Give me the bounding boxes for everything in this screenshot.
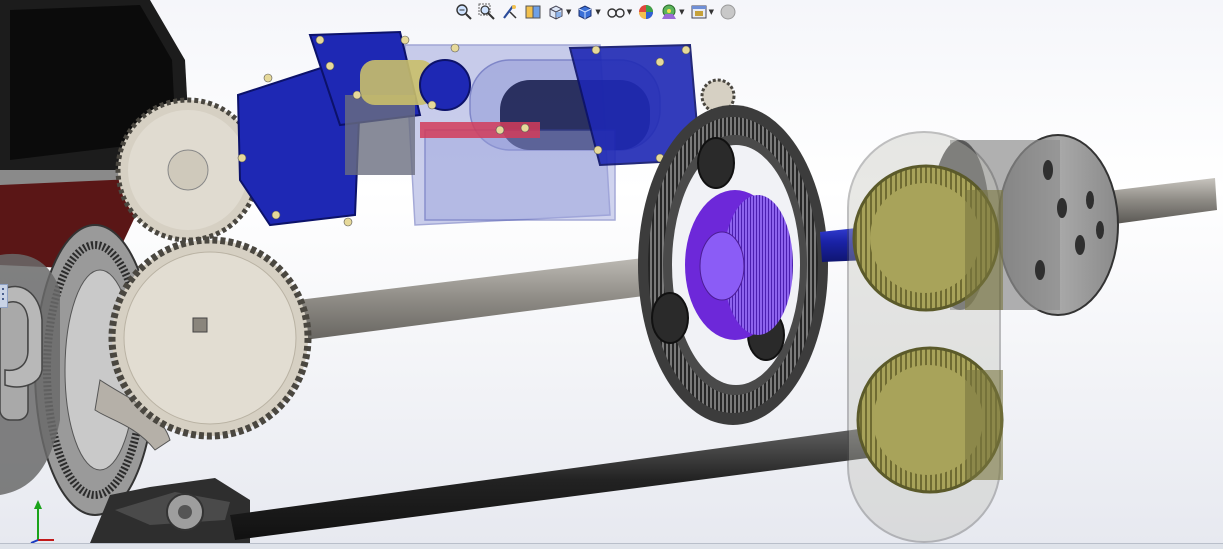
graphics-viewport[interactable] <box>0 0 1223 543</box>
zoom-to-area-icon <box>478 3 495 20</box>
zoom-to-fit-icon <box>456 4 472 20</box>
view-settings-icon <box>691 5 707 19</box>
apply-scene-icon <box>662 4 677 19</box>
edit-appearance-button[interactable] <box>636 2 656 22</box>
display-style-button[interactable]: ▼ <box>575 2 601 22</box>
lower-spur-gear[interactable] <box>108 236 312 440</box>
chevron-down-icon: ▼ <box>566 8 572 16</box>
zoom-to-area-button[interactable] <box>477 2 497 22</box>
chevron-down-icon: ▼ <box>595 8 601 16</box>
chevron-down-icon: ▼ <box>679 8 685 16</box>
chevron-down-icon: ▼ <box>626 8 633 16</box>
heads-up-view-toolbar: ▼ ▼ ▼ ▼ ▼ <box>454 1 738 23</box>
lower-countershaft[interactable] <box>230 419 938 540</box>
display-style-icon <box>578 5 592 20</box>
render-tools-button[interactable] <box>718 2 738 22</box>
view-orientation-icon <box>549 5 563 20</box>
upper-spur-gear[interactable] <box>115 97 261 243</box>
status-bar <box>0 543 1223 549</box>
hide-show-items-icon <box>607 8 625 18</box>
hide-show-items-button[interactable]: ▼ <box>605 2 633 22</box>
previous-view-icon <box>503 5 517 19</box>
planetary-ring-gear[interactable] <box>638 105 828 425</box>
render-tools-icon <box>720 4 736 20</box>
previous-view-button[interactable] <box>500 2 520 22</box>
zoom-to-fit-button[interactable] <box>454 2 474 22</box>
view-orientation-button[interactable]: ▼ <box>546 2 572 22</box>
section-view-icon <box>525 5 541 19</box>
cad-application: ▼ ▼ ▼ ▼ ▼ <box>0 0 1223 549</box>
edit-appearance-icon <box>639 5 654 19</box>
chevron-down-icon: ▼ <box>708 8 714 16</box>
section-view-button[interactable] <box>523 2 543 22</box>
coordinate-triad <box>30 500 54 543</box>
assembly-model[interactable] <box>0 0 1223 543</box>
feature-manager-flyout-handle[interactable] <box>0 284 8 308</box>
view-settings-button[interactable]: ▼ <box>689 2 715 22</box>
gear-belt-housing[interactable] <box>847 131 1004 543</box>
apply-scene-button[interactable]: ▼ <box>659 2 685 22</box>
